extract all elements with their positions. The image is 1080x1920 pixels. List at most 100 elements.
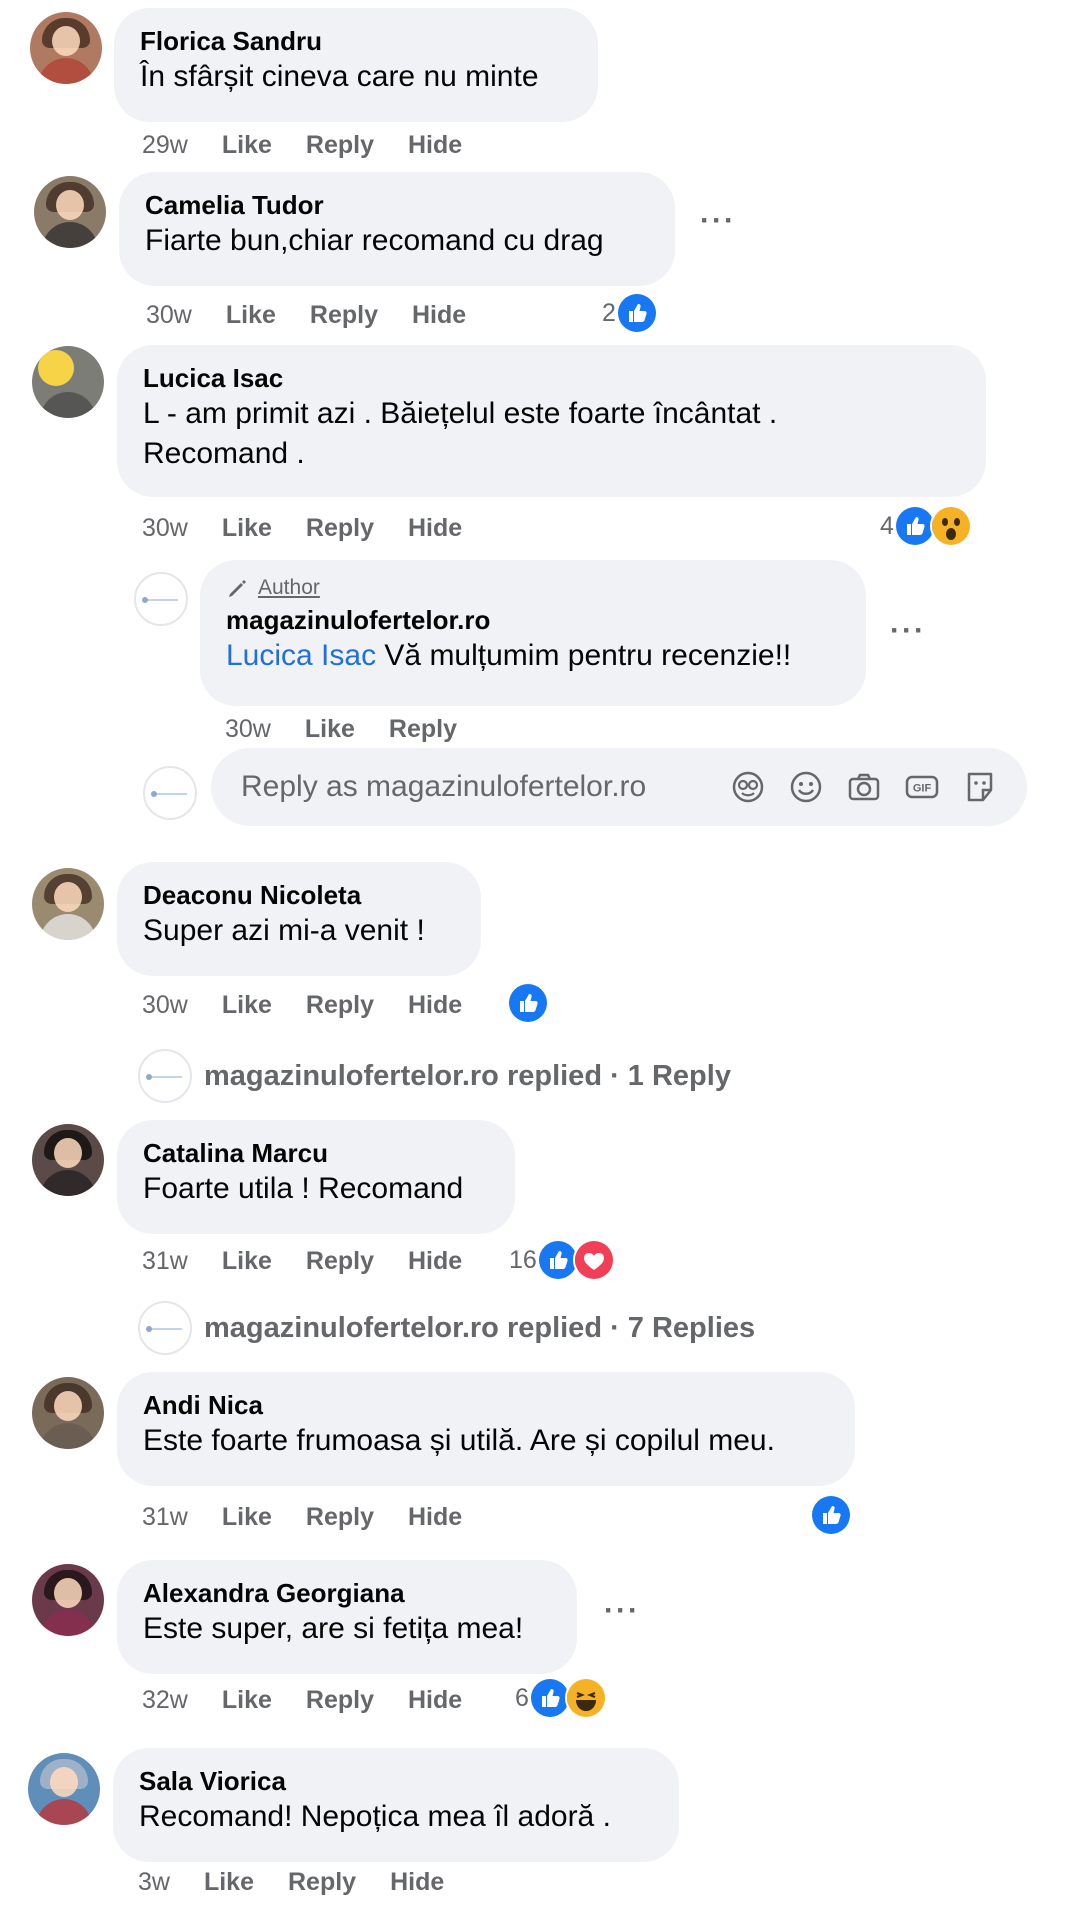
- reactions-summary[interactable]: 4: [880, 505, 972, 547]
- comment-timestamp[interactable]: 32w: [142, 1686, 188, 1715]
- camera-icon[interactable]: [845, 768, 883, 806]
- like-reaction-icon: [810, 1494, 852, 1536]
- comment-timestamp[interactable]: 30w: [142, 514, 188, 543]
- reactions-summary[interactable]: 6: [515, 1677, 607, 1719]
- like-button[interactable]: Like: [226, 301, 276, 330]
- comment-author[interactable]: Andi Nica: [143, 1389, 829, 1421]
- more-options-button[interactable]: ···: [604, 1594, 640, 1628]
- reply-button[interactable]: Reply: [306, 131, 374, 160]
- comment-bubble: Andi Nica Este foarte frumoasa și utilă.…: [117, 1372, 855, 1486]
- reply-button[interactable]: Reply: [288, 1868, 356, 1897]
- like-button[interactable]: Like: [222, 514, 272, 543]
- reaction-count: 6: [515, 1683, 529, 1712]
- avatar[interactable]: [34, 176, 106, 248]
- comment-text: Este super, are si fetița mea!: [143, 1612, 524, 1645]
- comment-timestamp[interactable]: 29w: [142, 131, 188, 160]
- hide-button[interactable]: Hide: [408, 1503, 462, 1532]
- avatar[interactable]: [28, 1753, 100, 1825]
- author-reply-bubble: Author magazinulofertelor.ro Lucica Isac…: [200, 560, 866, 706]
- view-replies-link[interactable]: magazinulofertelor.ro replied · 1 Reply: [138, 1049, 731, 1103]
- avatar[interactable]: [32, 1377, 104, 1449]
- comment-timestamp[interactable]: 31w: [142, 1503, 188, 1532]
- reactions-summary[interactable]: 16: [509, 1239, 615, 1281]
- author-badge[interactable]: Author: [226, 574, 840, 602]
- reactions-summary[interactable]: [810, 1494, 852, 1536]
- more-options-button[interactable]: ···: [700, 204, 736, 238]
- comment-actions: 30w Like Reply Hide: [142, 511, 496, 545]
- author-badge-label: Author: [258, 576, 320, 599]
- comment-actions: 29w Like Reply Hide: [142, 128, 496, 162]
- comment-actions: 31w Like Reply Hide: [142, 1244, 496, 1278]
- avatar-sticker-icon[interactable]: [729, 768, 767, 806]
- like-button[interactable]: Like: [222, 1247, 272, 1276]
- hide-button[interactable]: Hide: [412, 301, 466, 330]
- comment-text: Recomand! Nepoțica mea îl adoră .: [139, 1800, 611, 1833]
- hide-button[interactable]: Hide: [408, 514, 462, 543]
- avatar[interactable]: [32, 346, 104, 418]
- comment-timestamp[interactable]: 3w: [138, 1868, 170, 1897]
- comment-timestamp[interactable]: 30w: [225, 715, 271, 744]
- comment-timestamp[interactable]: 31w: [142, 1247, 188, 1276]
- svg-text:GIF: GIF: [913, 783, 932, 795]
- comment-text: Fiarte bun,chiar recomand cu drag: [145, 224, 604, 257]
- hide-button[interactable]: Hide: [408, 1686, 462, 1715]
- mention-link[interactable]: Lucica Isac: [226, 639, 376, 672]
- more-options-button[interactable]: ···: [890, 614, 926, 648]
- like-button[interactable]: Like: [222, 1686, 272, 1715]
- comment-timestamp[interactable]: 30w: [146, 301, 192, 330]
- hide-button[interactable]: Hide: [390, 1868, 444, 1897]
- view-replies-link[interactable]: magazinulofertelor.ro replied · 7 Replie…: [138, 1301, 755, 1355]
- comment-bubble: Sala Viorica Recomand! Nepoțica mea îl a…: [113, 1748, 679, 1862]
- like-button[interactable]: Like: [222, 131, 272, 160]
- comment-text: Foarte utila ! Recomand: [143, 1172, 464, 1205]
- reply-button[interactable]: Reply: [306, 514, 374, 543]
- comment-text: L - am primit azi . Băiețelul este foart…: [143, 397, 778, 430]
- reply-button[interactable]: Reply: [389, 715, 457, 744]
- comment-author[interactable]: Lucica Isac: [143, 362, 960, 394]
- comment-bubble: Catalina Marcu Foarte utila ! Recomand: [117, 1120, 515, 1234]
- reactions-summary[interactable]: [507, 982, 549, 1024]
- comment-author[interactable]: Deaconu Nicoleta: [143, 879, 455, 911]
- comment-bubble: Camelia Tudor Fiarte bun,chiar recomand …: [119, 172, 675, 286]
- comment-author[interactable]: magazinulofertelor.ro: [226, 604, 840, 636]
- hide-button[interactable]: Hide: [408, 1247, 462, 1276]
- reply-button[interactable]: Reply: [306, 991, 374, 1020]
- avatar[interactable]: [32, 868, 104, 940]
- comment-author[interactable]: Catalina Marcu: [143, 1137, 489, 1169]
- avatar[interactable]: [32, 1124, 104, 1196]
- hide-button[interactable]: Hide: [408, 991, 462, 1020]
- sticker-icon[interactable]: [961, 768, 999, 806]
- reaction-count: 2: [602, 298, 616, 327]
- reply-button[interactable]: Reply: [306, 1247, 374, 1276]
- like-button[interactable]: Like: [305, 715, 355, 744]
- reply-button[interactable]: Reply: [306, 1503, 374, 1532]
- comment-author[interactable]: Camelia Tudor: [145, 189, 649, 221]
- page-avatar: [138, 1301, 192, 1355]
- avatar[interactable]: [32, 1564, 104, 1636]
- reactions-summary[interactable]: 2: [602, 292, 658, 334]
- hide-button[interactable]: Hide: [408, 131, 462, 160]
- comment-timestamp[interactable]: 30w: [142, 991, 188, 1020]
- page-avatar[interactable]: [134, 572, 188, 626]
- comment-bubble: Deaconu Nicoleta Super azi mi-a venit !: [117, 862, 481, 976]
- page-avatar: [143, 766, 197, 820]
- comment-author[interactable]: Alexandra Georgiana: [143, 1577, 551, 1609]
- like-button[interactable]: Like: [222, 1503, 272, 1532]
- emoji-icon[interactable]: [787, 768, 825, 806]
- comment-actions: 30w Like Reply Hide: [146, 298, 500, 332]
- love-reaction-icon: [572, 1239, 615, 1281]
- comment-actions: 30w Like Reply Hide: [142, 988, 496, 1022]
- reply-input[interactable]: [239, 769, 709, 805]
- reply-text: Vă mulțumim pentru recenzie!!: [376, 639, 792, 672]
- comment-text: În sfârșit cineva care nu minte: [140, 60, 539, 93]
- reply-button[interactable]: Reply: [310, 301, 378, 330]
- avatar[interactable]: [30, 12, 102, 84]
- like-button[interactable]: Like: [204, 1868, 254, 1897]
- reply-button[interactable]: Reply: [306, 1686, 374, 1715]
- comment-actions: 31w Like Reply Hide: [142, 1500, 496, 1534]
- like-button[interactable]: Like: [222, 991, 272, 1020]
- wow-reaction-icon: [929, 505, 972, 547]
- comment-author[interactable]: Florica Sandru: [140, 25, 572, 57]
- comment-author[interactable]: Sala Viorica: [139, 1765, 653, 1797]
- gif-icon[interactable]: GIF: [903, 768, 941, 806]
